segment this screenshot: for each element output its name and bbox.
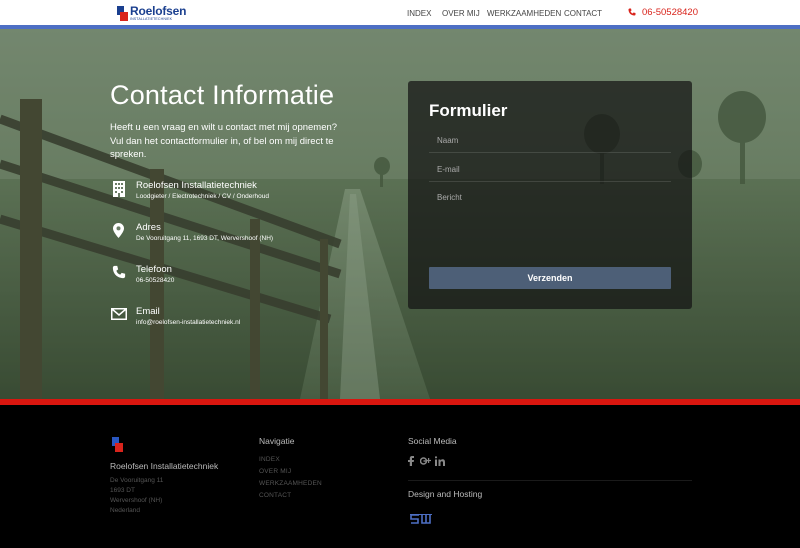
phone-icon xyxy=(110,265,127,282)
phone-value[interactable]: 06-50528420 xyxy=(136,277,174,284)
nav-item-over-mij[interactable]: OVER MIJ xyxy=(442,9,480,18)
logo-name: Roelofsen xyxy=(130,3,187,18)
footer-nav-heading: Navigatie xyxy=(259,436,295,446)
name-field[interactable] xyxy=(429,129,671,153)
logo-mark-icon xyxy=(117,5,128,21)
email-label: Email xyxy=(136,306,160,317)
hosting-logo-icon[interactable] xyxy=(410,511,432,524)
intro-text: Heeft u een vraag en wilt u contact met … xyxy=(110,122,338,160)
hero-section: Contact Informatie Heeft u een vraag en … xyxy=(0,29,800,399)
footer-address-line: Wervershoof (NH) xyxy=(110,497,163,504)
email-input[interactable] xyxy=(429,158,671,181)
page-title: Contact Informatie xyxy=(110,80,335,110)
footer-divider xyxy=(408,480,692,481)
logo-subtitle: INSTALLATIETECHNIEK xyxy=(130,16,173,21)
footer-link-contact[interactable]: CONTACT xyxy=(259,492,291,499)
footer-social-heading: Social Media xyxy=(408,436,457,446)
footer-link-index[interactable]: INDEX xyxy=(259,456,280,463)
submit-button[interactable]: Verzenden xyxy=(429,267,671,289)
phone-label: Telefoon xyxy=(136,264,172,275)
contact-form: Formulier Verzenden xyxy=(408,81,692,309)
footer-hosting-heading: Design and Hosting xyxy=(408,489,483,499)
nav-item-werkzaamheden[interactable]: WERKZAAMHEDEN xyxy=(487,9,561,18)
company-services: Loodgieter / Electrotechniek / CV / Onde… xyxy=(136,193,269,200)
linkedin-icon[interactable] xyxy=(434,456,445,468)
google-plus-icon[interactable] xyxy=(419,456,432,468)
info-email: Email info@roelofsen-installatietechniek… xyxy=(110,306,370,337)
header-phone-number: 06-50528420 xyxy=(642,7,698,18)
phone-icon xyxy=(628,8,636,18)
site-footer: Roelofsen Installatietechniek De Vooruit… xyxy=(0,405,800,548)
info-phone: Telefoon 06-50528420 xyxy=(110,264,370,295)
message-input[interactable] xyxy=(429,187,671,249)
email-value[interactable]: info@roelofsen-installatietechniek.nl xyxy=(136,319,240,326)
nav-item-contact[interactable]: CONTACT xyxy=(564,9,602,18)
footer-company-name: Roelofsen Installatietechniek xyxy=(110,461,219,471)
info-address: Adres De Vooruitgang 11, 1693 DT, Werver… xyxy=(110,222,370,253)
header-phone[interactable]: 06-50528420 xyxy=(628,7,698,18)
map-pin-icon xyxy=(110,223,127,240)
nav-item-index[interactable]: INDEX xyxy=(407,9,431,18)
footer-link-werkzaamheden[interactable]: WERKZAAMHEDEN xyxy=(259,480,322,487)
email-field[interactable] xyxy=(429,158,671,182)
company-name: Roelofsen Installatietechniek xyxy=(136,180,257,191)
form-title: Formulier xyxy=(429,101,508,120)
address-label: Adres xyxy=(136,222,161,233)
footer-address-line: Nederland xyxy=(110,507,140,514)
footer-address-line: De Vooruitgang 11 xyxy=(110,477,164,484)
facebook-icon[interactable] xyxy=(408,456,414,468)
site-logo[interactable]: Roelofsen INSTALLATIETECHNIEK xyxy=(117,4,186,22)
address-value: De Vooruitgang 11, 1693 DT, Wervershoof … xyxy=(136,235,274,242)
footer-address-line: 1693 DT xyxy=(110,487,135,494)
site-header: Roelofsen INSTALLATIETECHNIEK INDEX OVER… xyxy=(0,0,800,25)
name-input[interactable] xyxy=(429,129,671,152)
envelope-icon xyxy=(110,307,127,324)
footer-logo-icon xyxy=(112,437,123,452)
message-field[interactable] xyxy=(429,187,671,249)
footer-link-over-mij[interactable]: OVER MIJ xyxy=(259,468,291,475)
building-icon xyxy=(110,181,127,198)
info-company: Roelofsen Installatietechniek Loodgieter… xyxy=(110,180,370,211)
